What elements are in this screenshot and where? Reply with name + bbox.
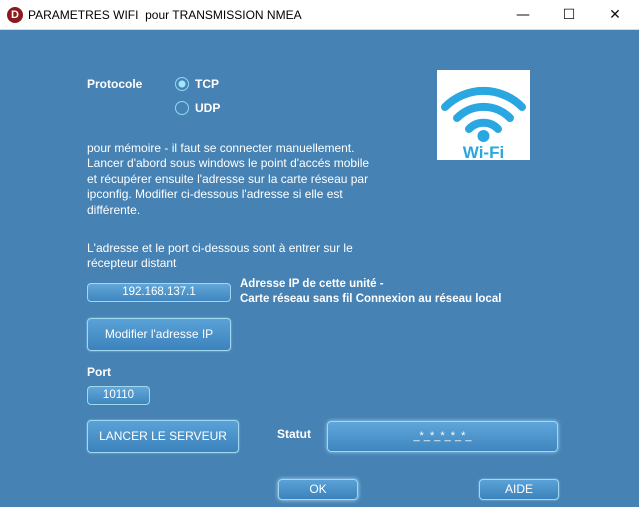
- radio-udp-label[interactable]: UDP: [195, 101, 220, 115]
- port-label: Port: [87, 365, 111, 379]
- remote-line: récepteur distant: [87, 256, 177, 271]
- memo-line: pour mémoire - il faut se connecter manu…: [87, 141, 355, 155]
- memo-line: ipconfig. Modifier ci-dessous l'adresse …: [87, 187, 343, 202]
- memo-line: différente.: [87, 202, 141, 217]
- radio-tcp[interactable]: [175, 77, 189, 91]
- launch-server-button[interactable]: LANCER LE SERVEUR: [87, 420, 239, 453]
- radio-tcp-label[interactable]: TCP: [195, 77, 219, 91]
- remote-text: L'adresse et le port ci-dessous sont à e…: [87, 241, 353, 272]
- title-bar: D PARAMETRES WIFI pour TRANSMISSION NMEA…: [0, 0, 639, 30]
- port-field[interactable]: 10110: [87, 386, 150, 405]
- wifi-logo: Wi-Fi: [437, 70, 530, 162]
- minimize-button[interactable]: —: [500, 0, 546, 30]
- status-label: Statut: [277, 427, 311, 441]
- wifi-logo-text: Wi-Fi: [463, 143, 504, 160]
- protocol-label: Protocole: [87, 77, 143, 91]
- window-title: PARAMETRES WIFI pour TRANSMISSION NMEA: [28, 8, 302, 22]
- ip-desc-line: Carte réseau sans fil Connexion au résea…: [240, 293, 502, 305]
- ip-desc-line: Adresse IP de cette unité -: [240, 278, 384, 290]
- memo-text: pour mémoire - il faut se connecter manu…: [87, 141, 369, 218]
- ok-button[interactable]: OK: [278, 479, 358, 500]
- modify-ip-button[interactable]: Modifier l'adresse IP: [87, 318, 231, 351]
- memo-line: et récupérer ensuite l'adresse sur la ca…: [87, 171, 369, 186]
- ip-address-field[interactable]: 192.168.137.1: [87, 283, 231, 302]
- app-icon: D: [7, 7, 23, 23]
- close-button[interactable]: ✕: [592, 0, 638, 30]
- maximize-button[interactable]: ☐: [546, 0, 592, 30]
- help-button[interactable]: AIDE: [479, 479, 559, 500]
- status-field: _*_*_*_*_*_: [327, 421, 558, 452]
- ip-description: Adresse IP de cette unité - Carte réseau…: [240, 277, 501, 307]
- memo-line: Lancer d'abord sous windows le point d'a…: [87, 156, 370, 171]
- remote-line: L'adresse et le port ci-dessous sont à e…: [87, 241, 353, 255]
- wifi-icon: Wi-Fi: [441, 86, 526, 162]
- radio-udp[interactable]: [175, 101, 189, 115]
